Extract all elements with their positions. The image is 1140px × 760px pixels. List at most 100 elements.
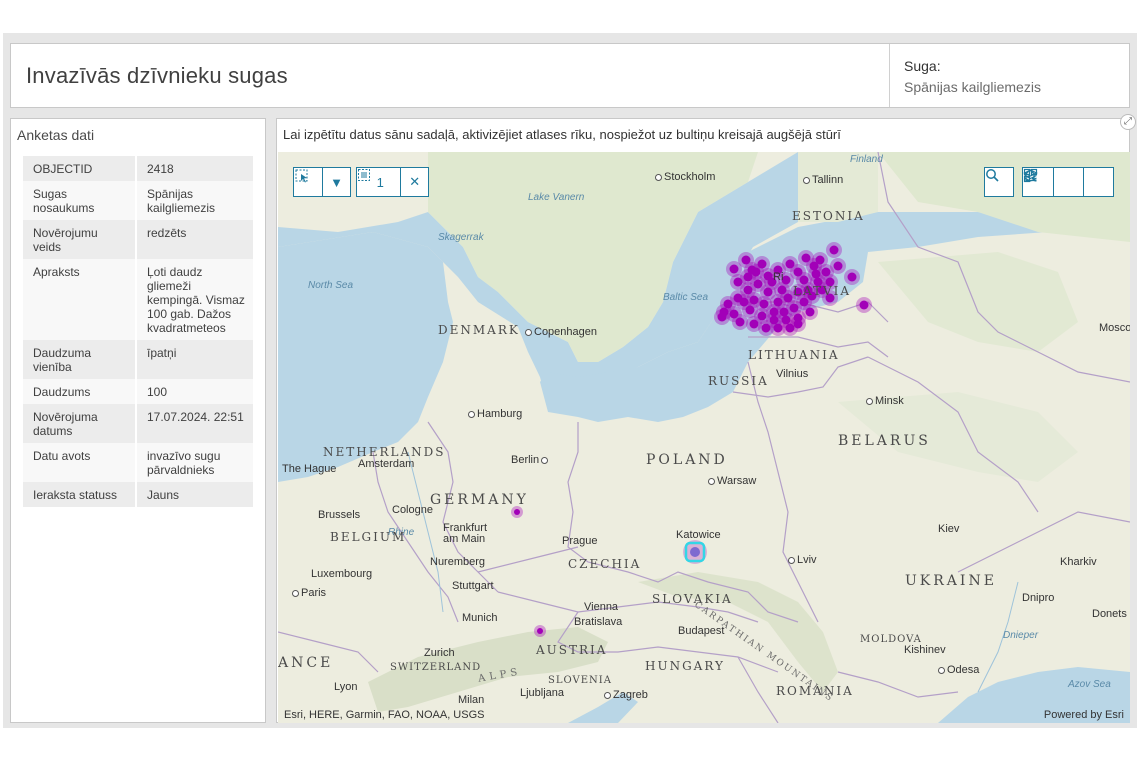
selection-count-button[interactable]: 1 <box>357 168 400 196</box>
observation-point[interactable] <box>805 307 815 317</box>
observation-point[interactable] <box>815 255 825 265</box>
select-icon <box>295 169 308 183</box>
field-value: invazīvo sugu pārvaldnieks <box>136 443 253 482</box>
city-lviv: Lviv <box>788 554 817 566</box>
form-title: Anketas dati <box>17 127 95 143</box>
city-hamburg: Hamburg <box>468 408 522 420</box>
water-label-finland: Finland <box>850 154 883 165</box>
table-row: Daudzuma vienība īpatņi <box>23 340 253 379</box>
field-name: Novērojumu veids <box>23 220 137 259</box>
observation-point[interactable] <box>759 299 769 309</box>
page-title: Invazīvās dzīvnieku sugas <box>26 63 288 88</box>
attribute-table: OBJECTID 2418 Sugas nosaukums Spānijas kail… <box>23 156 253 507</box>
country-germany: GERMANY <box>430 492 529 508</box>
header-panel: Invazīvās dzīvnieku sugas Suga: Spānijas… <box>10 43 1130 108</box>
observation-point[interactable] <box>735 317 745 327</box>
water-label-azov-sea: Azov Sea <box>1068 679 1111 690</box>
country-estonia: ESTONIA <box>792 209 865 223</box>
select-tool-button[interactable] <box>294 168 322 196</box>
country-moldova: MOLDOVA <box>860 634 922 645</box>
suga-label: Suga: <box>904 58 941 74</box>
city-dnipro: Dnipro <box>1022 592 1055 604</box>
form-panel: Anketas dati OBJECTID 2418 Sugas nosaukums… <box>10 118 266 723</box>
city-lyon: Lyon <box>334 681 358 693</box>
field-value: Spānijas kailgliemezis <box>136 181 253 220</box>
country-russia: RUSSIA <box>708 374 769 388</box>
close-icon: ✕ <box>409 174 421 189</box>
map-instruction: Lai izpētītu datus sānu sadaļā, aktivizē… <box>283 127 841 142</box>
dropdown-arrow-icon: ▼ <box>330 174 343 190</box>
water-label-dnieper: Dnieper <box>1003 630 1039 641</box>
map-view[interactable]: Finland Lake Vanern Skagerrak North Sea … <box>278 152 1130 723</box>
field-value: 100 <box>136 379 253 404</box>
observation-point[interactable] <box>829 245 839 255</box>
layers-button[interactable] <box>1023 168 1083 196</box>
country-hungary: HUNGARY <box>645 659 725 673</box>
country-denmark: DENMARK <box>438 323 520 337</box>
table-row: Novērojuma datums 17.07.2024. 22:51 <box>23 404 253 443</box>
powered-by-esri[interactable]: Powered by Esri <box>1044 709 1124 721</box>
field-value: 17.07.2024. 22:51 <box>136 404 253 443</box>
observation-point[interactable] <box>749 319 759 329</box>
observation-point[interactable] <box>777 285 787 295</box>
city-stockholm: Stockholm <box>655 171 715 183</box>
city-budapest: Budapest <box>678 625 725 637</box>
country-france: ANCE <box>278 655 334 671</box>
city-tallinn: Tallinn <box>803 174 843 186</box>
observation-point[interactable] <box>773 323 783 333</box>
city-prague: Prague <box>562 535 598 547</box>
search-button[interactable] <box>985 168 1013 196</box>
observation-point[interactable] <box>729 264 739 274</box>
selection-icon <box>358 169 370 181</box>
field-value: Ļoti daudz gliemeži kempingā. Vismaz 100… <box>136 259 253 340</box>
country-austria: AUSTRIA <box>536 643 608 657</box>
observation-point[interactable] <box>793 319 803 329</box>
clear-selection-button[interactable]: ✕ <box>400 168 428 196</box>
city-frankfurt: Frankfurt am Main <box>443 522 488 545</box>
observation-point[interactable] <box>811 269 821 279</box>
select-toolbar: ▼ <box>293 167 351 197</box>
city-ljubljana: Ljubljana <box>520 687 565 699</box>
water-label-baltic-sea: Baltic Sea <box>663 292 709 303</box>
country-belgium: BELGIUM <box>330 530 407 544</box>
country-belarus: BELARUS <box>838 433 931 449</box>
city-donets: Donets <box>1092 608 1127 620</box>
observation-point[interactable] <box>751 267 761 277</box>
water-label-lake-vanern: Lake Vanern <box>528 192 585 203</box>
header-divider <box>889 44 890 107</box>
country-slovenia: SLOVENIA <box>548 675 612 686</box>
observation-point[interactable] <box>745 305 755 315</box>
field-name: Datu avots <box>23 443 137 482</box>
city-milan: Milan <box>458 694 485 706</box>
suga-value: Spānijas kailgliemezis <box>904 79 1041 95</box>
observation-point[interactable] <box>717 312 727 322</box>
city-cologne: Cologne <box>392 504 433 516</box>
select-dropdown-button[interactable]: ▼ <box>322 168 350 196</box>
selection-count: 1 <box>376 174 384 190</box>
map-panel: Lai izpētītu datus sānu sadaļā, aktivizē… <box>276 118 1130 723</box>
city-amsterdam: Amsterdam <box>358 458 415 470</box>
city-minsk: Minsk <box>866 395 904 407</box>
observation-point[interactable] <box>761 323 771 333</box>
qr-button[interactable] <box>1023 168 1113 196</box>
city-moscow: Mosco <box>1099 322 1130 334</box>
city-vilnius: Vilnius <box>776 368 809 380</box>
city-warsaw: Warsaw <box>708 475 756 487</box>
field-name: Ieraksta statuss <box>23 482 137 507</box>
observation-point[interactable] <box>859 300 869 310</box>
observation-point[interactable] <box>847 272 857 282</box>
expand-icon[interactable]: ⤢ <box>1120 114 1136 130</box>
country-slovakia: SLOVAKIA <box>652 592 733 606</box>
city-bratislava: Bratislava <box>574 616 623 628</box>
table-row: OBJECTID 2418 <box>23 156 253 181</box>
city-paris: Paris <box>292 587 326 599</box>
table-row: Apraksts Ļoti daudz gliemeži kempingā. Vi… <box>23 259 253 340</box>
water-label-north-sea: North Sea <box>308 280 354 291</box>
observation-point[interactable] <box>733 277 743 287</box>
country-lithuania: LITHUANIA <box>748 348 840 362</box>
country-ukraine: UKRAINE <box>905 573 997 589</box>
observation-point[interactable] <box>833 261 843 271</box>
city-stuttgart: Stuttgart <box>452 580 494 592</box>
city-katowice: Katowice <box>676 529 721 541</box>
country-latvia: LATVIA <box>793 284 852 298</box>
